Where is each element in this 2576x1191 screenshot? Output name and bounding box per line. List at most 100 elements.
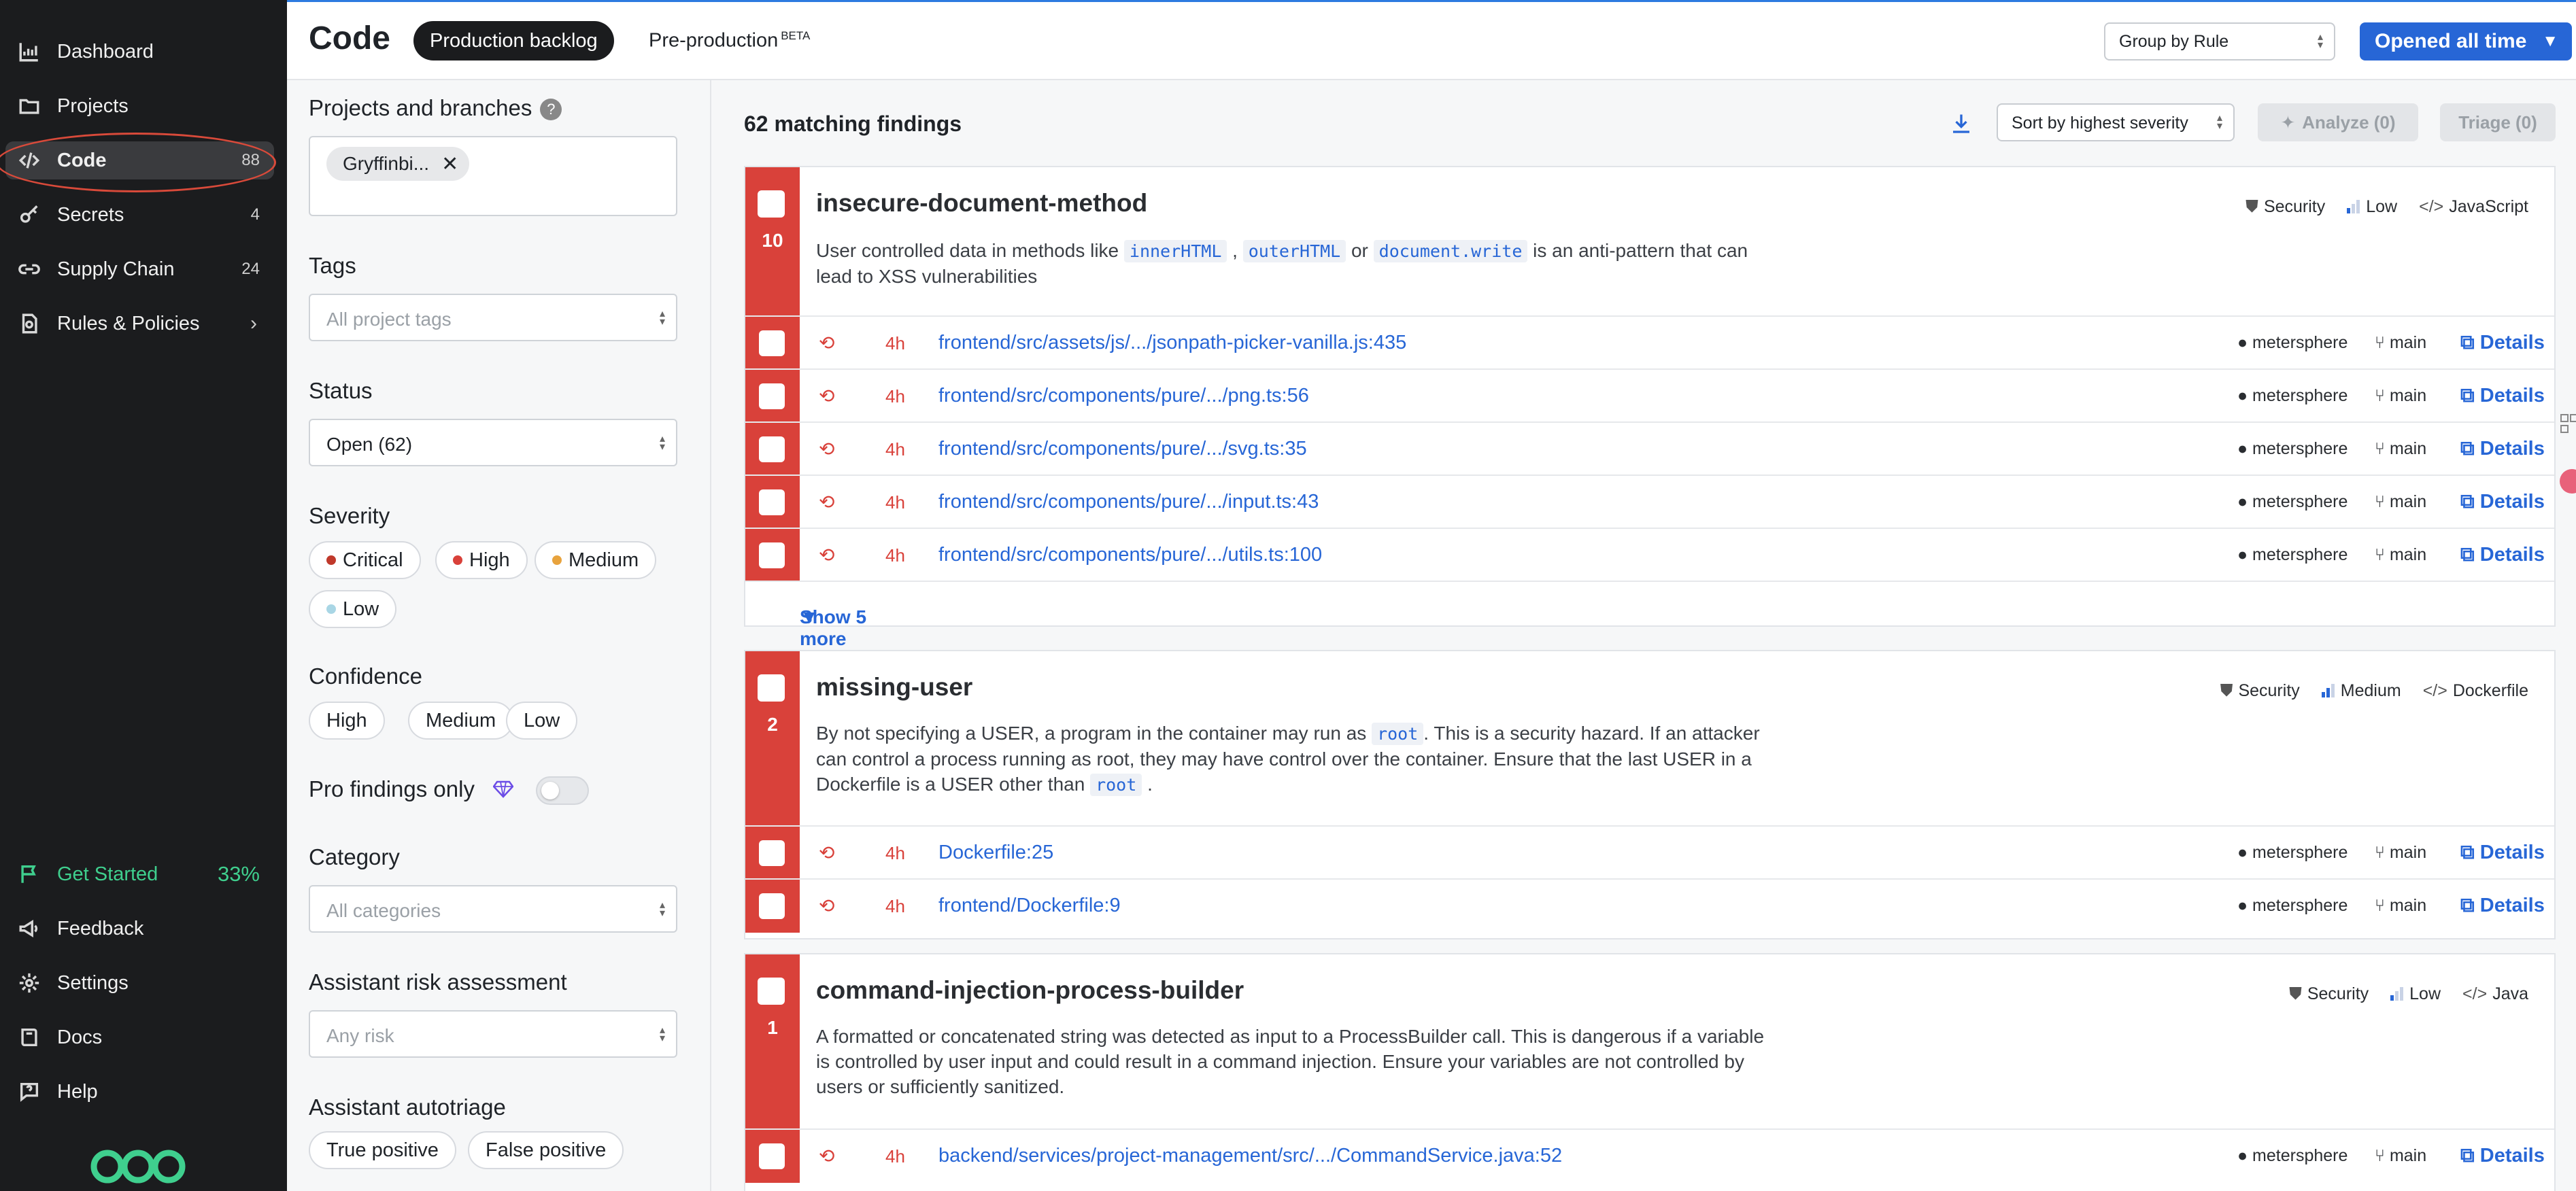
- branch-label: ⑂ main: [2375, 333, 2427, 352]
- table-row[interactable]: ⟲ 4h frontend/src/components/pure/.../util…: [745, 528, 2554, 582]
- table-row[interactable]: ⟲ 4h frontend/src/components/pure/.../inpu…: [745, 474, 2554, 529]
- file-link[interactable]: frontend/src/components/pure/.../input.t…: [938, 491, 1319, 513]
- branch-label: ⑂ main: [2375, 492, 2427, 511]
- tab-production-backlog[interactable]: Production backlog: [413, 21, 614, 61]
- group-checkbox[interactable]: [758, 190, 785, 218]
- analyze-button[interactable]: ✦ Analyze (0): [2258, 103, 2418, 141]
- severity-chip-high[interactable]: High: [435, 541, 528, 579]
- confidence-chip-low[interactable]: Low: [506, 702, 578, 740]
- details-link[interactable]: ⧉ Details: [2460, 895, 2545, 917]
- sidebar-item-docs[interactable]: Docs: [0, 1013, 287, 1062]
- sort-select[interactable]: Sort by highest severity ▴ ▾: [1997, 103, 2235, 141]
- table-row[interactable]: ⟲ 4h frontend/src/components/pure/.../png.…: [745, 368, 2554, 423]
- details-link[interactable]: ⧉ Details: [2460, 842, 2545, 864]
- download-icon[interactable]: [1949, 111, 1973, 136]
- file-link[interactable]: frontend/src/assets/js/.../jsonpath-pick…: [938, 332, 1406, 354]
- severity-tag: Low: [2347, 197, 2397, 217]
- table-row[interactable]: ⟲ 4h backend/services/project-management/s…: [745, 1128, 2554, 1183]
- file-link[interactable]: frontend/src/components/pure/.../svg.ts:…: [938, 438, 1307, 460]
- autotriage-chip-true-positive[interactable]: True positive: [309, 1131, 456, 1169]
- history-icon: ⟲: [819, 545, 835, 566]
- finding-card: 1 command-injection-process-builder ⛊ Sec…: [744, 953, 2556, 1191]
- tab-pre-production[interactable]: Pre-production BETA: [649, 29, 810, 52]
- tags-select[interactable]: All project tags ▴ ▾: [309, 294, 677, 341]
- pro-findings-toggle[interactable]: [536, 776, 589, 805]
- sidebar-item-help[interactable]: Help: [0, 1067, 287, 1116]
- details-link[interactable]: ⧉ Details: [2460, 332, 2545, 354]
- file-link[interactable]: Dockerfile:25: [938, 842, 1053, 864]
- confidence-chip-medium[interactable]: Medium: [408, 702, 514, 740]
- progress-percent: 33%: [217, 862, 260, 886]
- help-icon[interactable]: ?: [540, 99, 562, 120]
- details-link[interactable]: ⧉ Details: [2460, 385, 2545, 407]
- table-row[interactable]: ⟲ 4h frontend/src/components/pure/.../svg.…: [745, 421, 2554, 476]
- row-checkbox[interactable]: [759, 893, 785, 919]
- sidebar-item-projects[interactable]: Projects: [0, 82, 287, 131]
- category-select[interactable]: All categories ▴ ▾: [309, 885, 677, 933]
- status-select[interactable]: Open (62) ▴ ▾: [309, 419, 677, 466]
- rule-name[interactable]: insecure-document-method: [816, 189, 1147, 218]
- row-checkbox[interactable]: [759, 489, 785, 515]
- confidence-chip-high[interactable]: High: [309, 702, 385, 740]
- row-checkbox[interactable]: [759, 330, 785, 356]
- table-row[interactable]: ⟲ 4h Dockerfile:25 ● metersphere ⑂ main ⧉ Det…: [745, 825, 2554, 880]
- assistant-widget-icon[interactable]: [2556, 468, 2576, 495]
- sidebar-item-supply-chain[interactable]: Supply Chain 24: [0, 245, 287, 294]
- category-tag: ⛊ Security: [2245, 197, 2326, 216]
- diamond-icon: [492, 780, 514, 798]
- select-arrows-icon: ▴ ▾: [659, 1024, 665, 1044]
- row-checkbox[interactable]: [759, 542, 785, 568]
- group-checkbox[interactable]: [758, 978, 785, 1005]
- row-checkbox[interactable]: [759, 1143, 785, 1169]
- sidebar-item-settings[interactable]: Settings: [0, 959, 287, 1007]
- risk-select[interactable]: Any risk ▴ ▾: [309, 1010, 677, 1058]
- details-link[interactable]: ⧉ Details: [2460, 544, 2545, 566]
- row-checkbox[interactable]: [759, 840, 785, 866]
- file-link[interactable]: frontend/src/components/pure/.../png.ts:…: [938, 385, 1309, 407]
- rule-meta: ⛊ Security Low </> Java: [2289, 984, 2528, 1004]
- critical-dot-icon: [326, 555, 336, 565]
- sidebar-item-secrets[interactable]: Secrets 4: [0, 190, 287, 239]
- details-link[interactable]: ⧉ Details: [2460, 491, 2545, 513]
- severity-chip-medium[interactable]: Medium: [535, 541, 657, 579]
- select-arrows-icon: ▴ ▾: [2317, 31, 2323, 51]
- medium-dot-icon: [552, 555, 562, 565]
- project-chip[interactable]: Gryffinbi... ✕: [326, 147, 470, 181]
- row-checkbox[interactable]: [759, 383, 785, 409]
- finding-card: 10 insecure-document-method ⛊ Security Lo…: [744, 166, 2556, 671]
- table-row[interactable]: ⟲ 4h frontend/src/assets/js/.../jsonpath-p…: [745, 315, 2554, 370]
- sidebar-item-rules-policies[interactable]: Rules & Policies ›: [0, 299, 287, 348]
- details-link[interactable]: ⧉ Details: [2460, 438, 2545, 460]
- sidebar-item-get-started[interactable]: Get Started 33%: [0, 850, 287, 899]
- sidebar-item-feedback[interactable]: Feedback: [0, 904, 287, 953]
- show-more-findings[interactable]: ▼ Show 5 more findings: [745, 581, 2554, 671]
- file-link[interactable]: frontend/src/components/pure/.../utils.t…: [938, 544, 1322, 566]
- autotriage-chip-false-positive[interactable]: False positive: [468, 1131, 624, 1169]
- finding-card: 2 missing-user ⛊ Security Medium </> Docke…: [744, 650, 2556, 939]
- triage-button[interactable]: Triage (0): [2440, 103, 2556, 141]
- gear-icon: [16, 970, 42, 996]
- file-link[interactable]: frontend/Dockerfile:9: [938, 895, 1121, 917]
- file-link[interactable]: backend/services/project-management/src/…: [938, 1145, 1562, 1167]
- opened-all-time-button[interactable]: Opened all time ▼: [2360, 22, 2572, 61]
- close-icon[interactable]: ✕: [441, 152, 458, 176]
- severity-chip-critical[interactable]: Critical: [309, 541, 421, 579]
- projects-input[interactable]: Gryffinbi... ✕: [309, 136, 677, 216]
- grid-widget-icon[interactable]: [2556, 411, 2576, 438]
- sidebar-item-dashboard[interactable]: Dashboard: [0, 27, 287, 76]
- severity-chip-low[interactable]: Low: [309, 590, 397, 628]
- link-icon: [16, 256, 42, 282]
- table-row[interactable]: ⟲ 4h frontend/Dockerfile:9 ● metersphere ⑂ m…: [745, 878, 2554, 933]
- history-icon: ⟲: [819, 438, 835, 460]
- branch-label: ⑂ main: [2375, 439, 2427, 458]
- row-checkbox[interactable]: [759, 436, 785, 462]
- details-link[interactable]: ⧉ Details: [2460, 1145, 2545, 1167]
- rule-name[interactable]: command-injection-process-builder: [816, 976, 1244, 1005]
- signal-medium-icon: [2321, 684, 2335, 697]
- high-dot-icon: [453, 555, 462, 565]
- top-bar: Code Production backlog Pre-production BE…: [287, 0, 2576, 80]
- rule-name[interactable]: missing-user: [816, 673, 972, 702]
- group-by-select[interactable]: Group by Rule ▴ ▾: [2104, 22, 2335, 61]
- group-checkbox[interactable]: [758, 674, 785, 702]
- code-icon: </>: [2419, 197, 2444, 216]
